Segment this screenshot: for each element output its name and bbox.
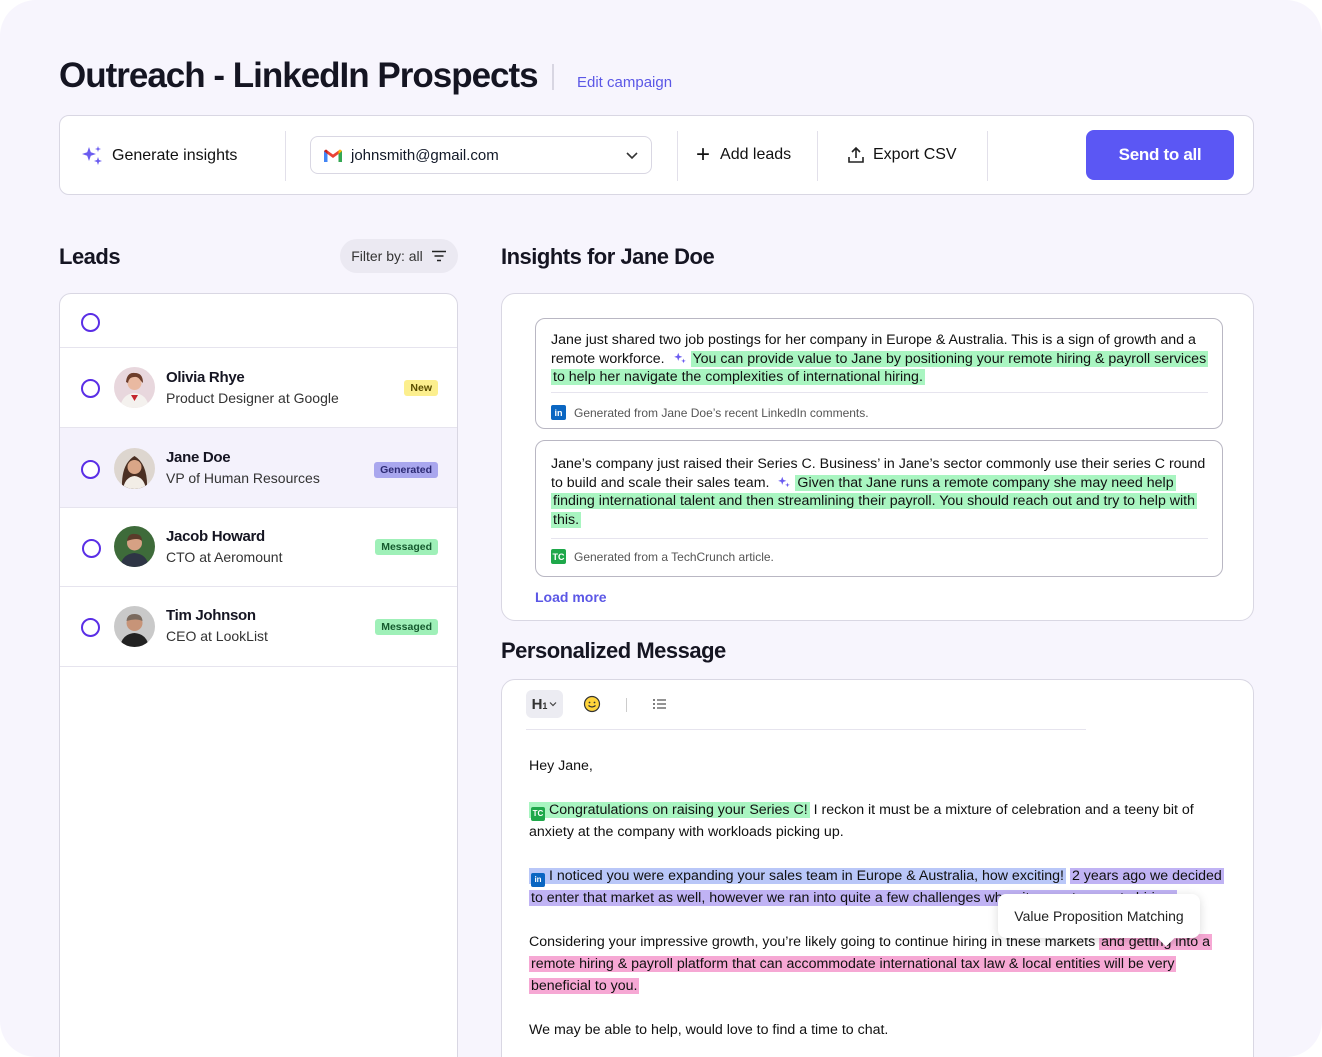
sender-email-value: johnsmith@gmail.com bbox=[351, 146, 499, 164]
upload-icon bbox=[848, 146, 864, 163]
insight-text: Jane just shared two job postings for he… bbox=[551, 331, 1209, 387]
insight-text: Jane’s company just raised their Series … bbox=[551, 455, 1208, 529]
source-text: Generated from Jane Doe’s recent LinkedI… bbox=[574, 405, 869, 420]
linkedin-icon: in bbox=[531, 873, 545, 887]
lead-row-jacob[interactable]: Jacob Howard CTO at Aeromount Messaged bbox=[60, 508, 457, 587]
export-csv-button[interactable]: Export CSV bbox=[847, 146, 957, 164]
lead-row-olivia[interactable]: Olivia Rhye Product Designer at Google N… bbox=[60, 348, 457, 428]
plus-icon: + bbox=[696, 141, 711, 168]
lead-name: Jacob Howard bbox=[166, 528, 265, 545]
sparkle-icon bbox=[673, 352, 686, 363]
techcrunch-icon: TC bbox=[531, 807, 545, 821]
lead-role: Product Designer at Google bbox=[166, 390, 339, 406]
filter-button[interactable]: Filter by: all bbox=[340, 239, 458, 273]
value-proposition-tooltip: Value Proposition Matching bbox=[998, 894, 1200, 938]
message-greeting: Hey Jane, bbox=[529, 758, 593, 774]
insight-source: in Generated from Jane Doe’s recent Link… bbox=[551, 405, 869, 420]
insight-card: Jane just shared two job postings for he… bbox=[535, 318, 1223, 429]
insights-panel: Jane just shared two job postings for he… bbox=[501, 293, 1254, 621]
lead-name: Olivia Rhye bbox=[166, 369, 245, 386]
message-paragraph: TC Congratulations on raising your Series… bbox=[529, 799, 1229, 843]
lead-role: VP of Human Resources bbox=[166, 470, 320, 486]
lead-name: Tim Johnson bbox=[166, 607, 256, 624]
sparkle-icon bbox=[82, 146, 102, 165]
insight-card: Jane’s company just raised their Series … bbox=[535, 440, 1223, 577]
avatar bbox=[114, 606, 155, 647]
heading-tool-label: H bbox=[531, 695, 543, 713]
lead-role: CTO at Aeromount bbox=[166, 549, 283, 565]
load-more-link[interactable]: Load more bbox=[535, 589, 607, 605]
status-badge: Messaged bbox=[375, 619, 438, 635]
status-badge: New bbox=[404, 380, 438, 396]
lead-row-tim[interactable]: Tim Johnson CEO at LookList Messaged bbox=[60, 587, 457, 667]
lead-radio[interactable] bbox=[81, 379, 100, 398]
highlight-text: Congratulations on raising your Series C… bbox=[549, 802, 808, 818]
toolbar-divider bbox=[285, 131, 286, 181]
lead-row-jane[interactable]: Jane Doe VP of Human Resources Generated bbox=[60, 428, 457, 508]
gmail-icon bbox=[324, 149, 342, 162]
select-all-radio[interactable] bbox=[81, 313, 100, 332]
heading-tool-button[interactable]: H1 bbox=[526, 690, 563, 718]
leads-heading: Leads bbox=[59, 244, 121, 269]
insights-heading: Insights for Jane Doe bbox=[501, 244, 715, 269]
title-divider bbox=[552, 64, 554, 90]
insight-source: TC Generated from a TechCrunch article. bbox=[551, 549, 774, 564]
send-to-all-button[interactable]: Send to all bbox=[1086, 130, 1234, 180]
status-badge: Messaged bbox=[375, 539, 438, 555]
highlight-text: I noticed you were expanding your sales … bbox=[549, 868, 1064, 884]
toolbar-divider bbox=[626, 698, 627, 712]
filter-label: Filter by: all bbox=[351, 248, 423, 264]
leads-list: Olivia Rhye Product Designer at Google N… bbox=[59, 293, 458, 1057]
chevron-down-icon bbox=[549, 702, 557, 707]
sender-email-select[interactable]: johnsmith@gmail.com bbox=[310, 136, 652, 174]
select-all-row bbox=[60, 294, 457, 348]
message-editor: H1 Hey Jane, TC Congratulations on raisin… bbox=[501, 679, 1254, 1057]
toolbar-divider bbox=[817, 131, 818, 181]
source-text: Generated from a TechCrunch article. bbox=[574, 549, 774, 564]
filter-icon bbox=[431, 250, 446, 262]
highlight-techcrunch: TC Congratulations on raising your Series… bbox=[529, 802, 810, 821]
generate-insights-button[interactable]: Generate insights bbox=[80, 144, 237, 168]
message-paragraph: Considering your impressive growth, you’… bbox=[529, 931, 1229, 997]
generate-insights-label: Generate insights bbox=[112, 147, 238, 164]
card-divider bbox=[551, 392, 1208, 393]
highlight-linkedin: in I noticed you were expanding your sale… bbox=[529, 868, 1066, 887]
chevron-down-icon bbox=[626, 152, 638, 160]
editor-toolbar: H1 bbox=[526, 690, 1086, 730]
edit-campaign-link[interactable]: Edit campaign bbox=[577, 74, 672, 91]
add-leads-button[interactable]: + Add leads bbox=[696, 141, 792, 168]
app-frame: Outreach - LinkedIn Prospects Edit campa… bbox=[0, 0, 1322, 1057]
sparkle-icon bbox=[778, 476, 791, 487]
avatar bbox=[114, 367, 155, 408]
emoji-icon[interactable] bbox=[583, 695, 601, 713]
linkedin-icon: in bbox=[551, 405, 566, 420]
avatar bbox=[114, 526, 155, 567]
export-csv-label: Export CSV bbox=[873, 146, 957, 163]
toolbar-divider bbox=[987, 131, 988, 181]
lead-radio[interactable] bbox=[81, 618, 100, 637]
card-divider bbox=[551, 538, 1208, 539]
list-icon[interactable] bbox=[652, 697, 668, 711]
techcrunch-icon: TC bbox=[551, 549, 566, 564]
lead-radio[interactable] bbox=[82, 539, 101, 558]
message-paragraph: We may be able to help, would love to fi… bbox=[529, 1022, 889, 1038]
toolbar-divider bbox=[677, 131, 678, 181]
lead-radio[interactable] bbox=[81, 460, 100, 479]
avatar bbox=[114, 448, 155, 489]
campaign-toolbar: Generate insights johnsmith@gmail.com + … bbox=[59, 115, 1254, 195]
page-title: Outreach - LinkedIn Prospects bbox=[59, 56, 539, 95]
message-heading: Personalized Message bbox=[501, 638, 726, 663]
add-leads-label: Add leads bbox=[720, 146, 792, 163]
heading-tool-level: 1 bbox=[542, 701, 548, 711]
status-badge: Generated bbox=[374, 462, 438, 478]
lead-name: Jane Doe bbox=[166, 449, 231, 466]
lead-role: CEO at LookList bbox=[166, 628, 268, 644]
